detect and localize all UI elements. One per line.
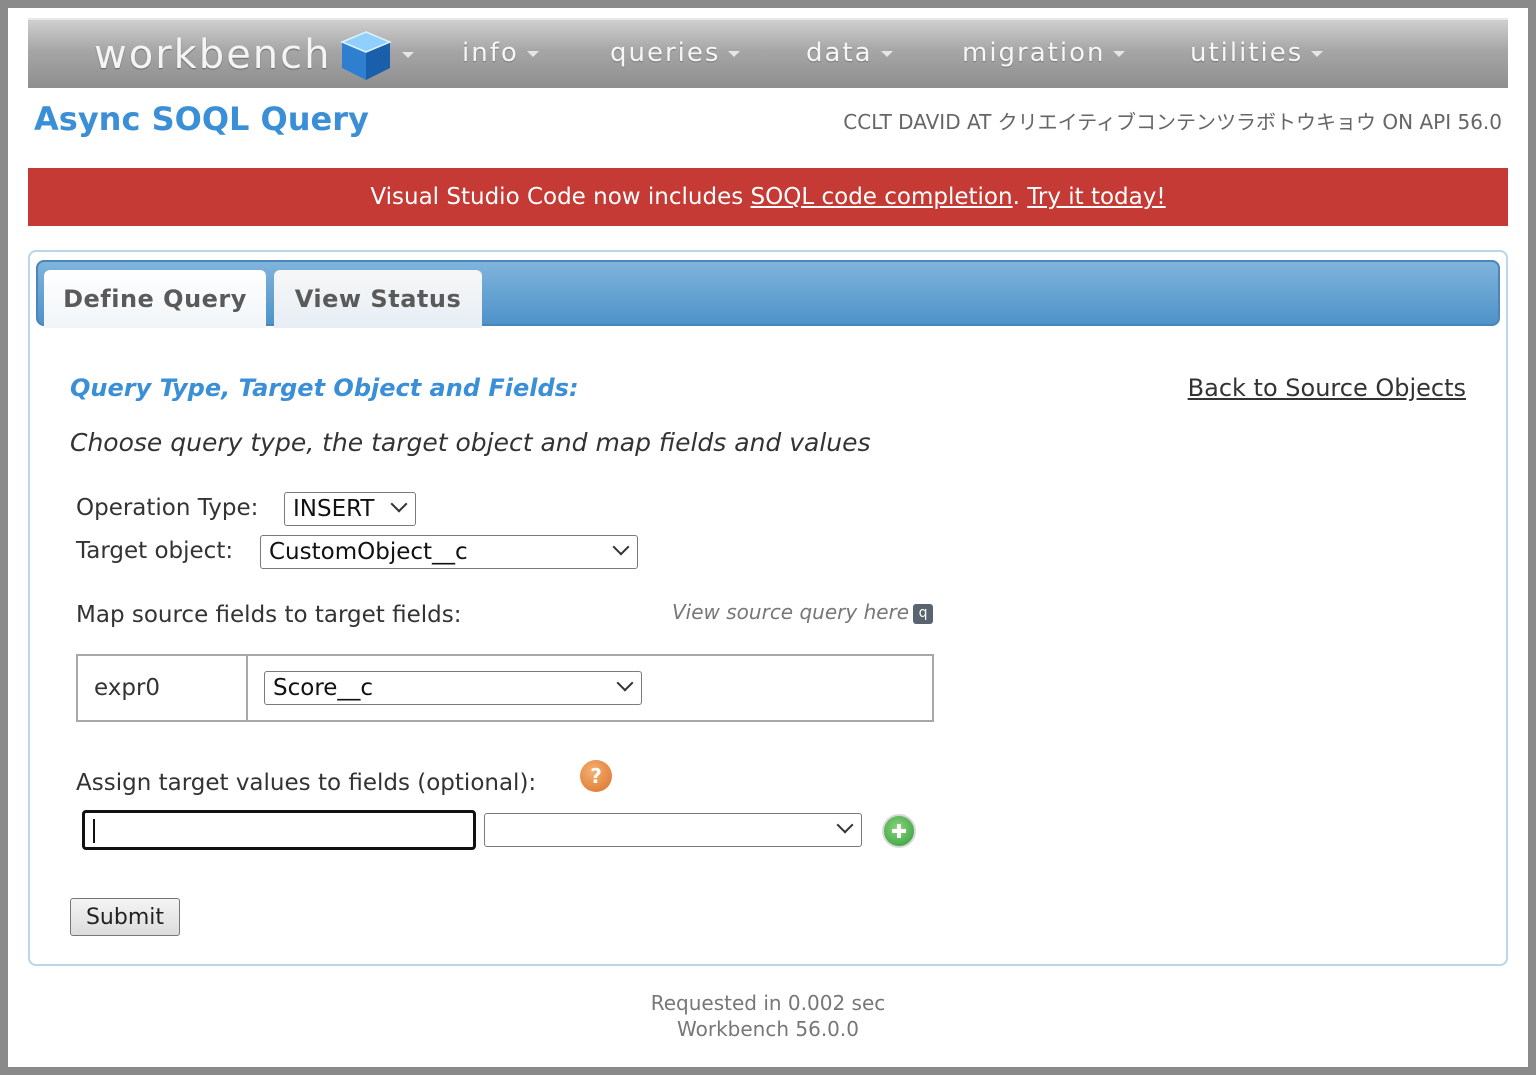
workbench-logo[interactable]: workbench xyxy=(94,28,414,82)
operation-type-value: INSERT xyxy=(293,496,375,522)
nav-utilities[interactable]: utilities xyxy=(1190,38,1324,68)
tab-view-status-label: View Status xyxy=(294,285,462,313)
operation-type-select[interactable]: INSERT xyxy=(284,492,416,526)
target-object-label: Target object: xyxy=(76,538,234,564)
logo-caret-icon xyxy=(401,52,414,58)
banner-text: Visual Studio Code now includes xyxy=(370,184,751,210)
back-to-source-objects-link[interactable]: Back to Source Objects xyxy=(1188,374,1466,402)
cube-logo-icon xyxy=(339,31,392,80)
nav-info[interactable]: info xyxy=(462,38,539,68)
chevron-down-icon xyxy=(1113,50,1126,57)
section-heading: Query Type, Target Object and Fields: xyxy=(70,374,579,402)
submit-button[interactable]: Submit xyxy=(70,898,180,936)
nav-migration[interactable]: migration xyxy=(962,38,1126,68)
nav-queries[interactable]: queries xyxy=(610,38,741,68)
tab-view-status[interactable]: View Status xyxy=(274,270,482,328)
target-field-cell: Score__c xyxy=(246,654,934,722)
tab-bar: Define Query View Status xyxy=(36,260,1500,328)
table-row: expr0 Score__c xyxy=(76,654,934,722)
source-field-cell: expr0 xyxy=(76,654,248,722)
banner-separator: . xyxy=(1012,184,1028,210)
target-field-value: Score__c xyxy=(273,675,374,701)
chevron-down-icon xyxy=(836,816,854,834)
instructions-text: Choose query type, the target object and… xyxy=(70,428,871,457)
workbench-version: Workbench 56.0.0 xyxy=(677,1017,859,1041)
nav-migration-label: migration xyxy=(962,38,1106,68)
operation-type-label: Operation Type: xyxy=(76,495,259,521)
tab-define-query-label: Define Query xyxy=(63,285,247,313)
announcement-banner: Visual Studio Code now includes SOQL cod… xyxy=(28,168,1508,226)
top-navbar: workbench info queries data migration ut… xyxy=(28,18,1508,88)
tab-define-query[interactable]: Define Query xyxy=(44,270,266,328)
chevron-down-icon xyxy=(616,674,634,692)
nav-data[interactable]: data xyxy=(806,38,893,68)
logo-text: workbench xyxy=(94,32,332,78)
assign-values-label: Assign target values to fields (optional… xyxy=(76,770,537,796)
text-cursor xyxy=(93,819,95,843)
chevron-down-icon xyxy=(612,538,630,556)
user-info: CCLT DAVID AT クリエイティブコンテンツラボトウキョウ ON API… xyxy=(843,110,1502,134)
target-object-value: CustomObject__c xyxy=(269,539,468,565)
view-source-text: View source query here xyxy=(672,600,910,624)
page-title: Async SOQL Query xyxy=(34,100,369,138)
value-field-select[interactable] xyxy=(484,813,862,847)
target-value-input[interactable] xyxy=(82,810,476,850)
chevron-down-icon xyxy=(390,495,408,513)
view-source-query-link[interactable]: View source query here q xyxy=(672,600,934,624)
help-icon[interactable]: ? xyxy=(580,760,612,792)
query-icon: q xyxy=(913,603,934,624)
chevron-down-icon xyxy=(728,50,741,57)
chevron-down-icon xyxy=(1311,50,1324,57)
nav-data-label: data xyxy=(806,38,873,68)
nav-queries-label: queries xyxy=(610,38,721,68)
chevron-down-icon xyxy=(526,50,539,57)
target-object-select[interactable]: CustomObject__c xyxy=(260,535,638,569)
footer: Requested in 0.002 sec Workbench 56.0.0 xyxy=(0,990,1536,1042)
nav-utilities-label: utilities xyxy=(1190,38,1304,68)
target-field-select[interactable]: Score__c xyxy=(264,671,642,705)
main-panel: Define Query View Status Query Type, Tar… xyxy=(28,250,1508,966)
soql-completion-link[interactable]: SOQL code completion xyxy=(751,184,1013,210)
request-time: Requested in 0.002 sec xyxy=(650,991,886,1015)
field-mapping-table: expr0 Score__c xyxy=(76,654,934,722)
nav-info-label: info xyxy=(462,38,519,68)
chevron-down-icon xyxy=(880,50,893,57)
map-fields-label: Map source fields to target fields: xyxy=(76,602,462,628)
try-it-today-link[interactable]: Try it today! xyxy=(1027,184,1165,210)
add-row-icon[interactable] xyxy=(882,814,916,848)
